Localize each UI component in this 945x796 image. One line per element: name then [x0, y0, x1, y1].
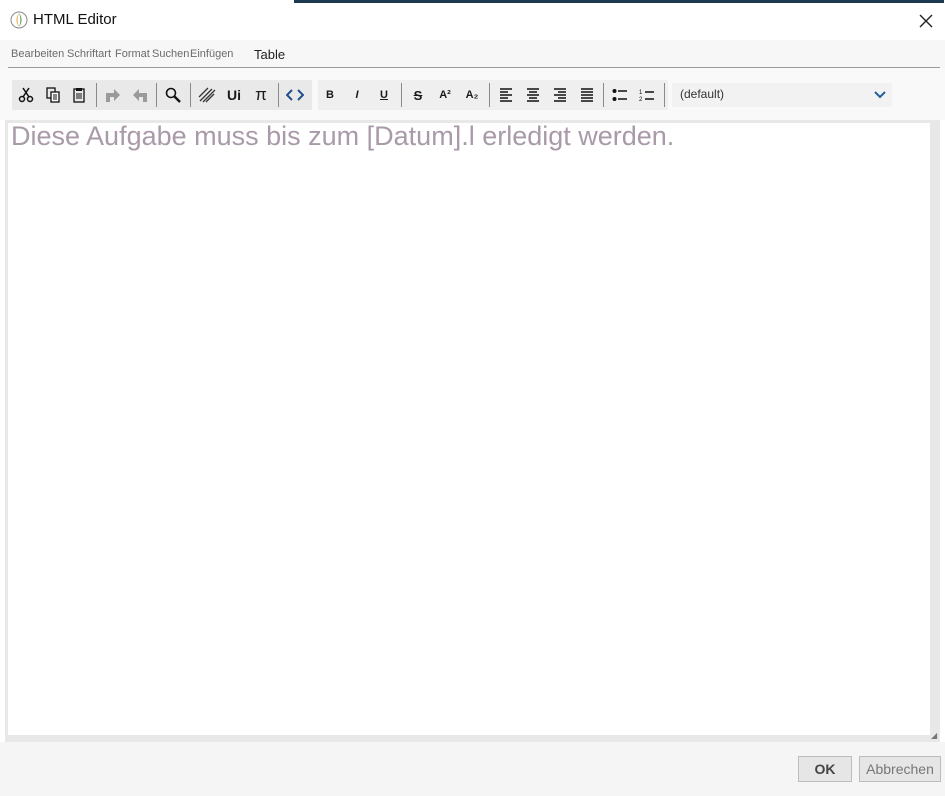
italic-icon: I — [355, 89, 359, 101]
svg-text:1: 1 — [639, 90, 643, 96]
undo-icon — [106, 89, 120, 102]
numbered-list-button[interactable]: 12 — [635, 83, 659, 107]
close-icon — [919, 14, 933, 28]
find-button[interactable] — [161, 83, 185, 107]
underline-button[interactable]: U — [372, 83, 396, 107]
unicode-button[interactable]: Ui — [222, 83, 246, 107]
align-left-icon — [500, 88, 512, 102]
separator — [156, 83, 157, 107]
separator — [278, 83, 279, 107]
superscript-button[interactable]: A² — [433, 83, 457, 107]
separator — [489, 83, 490, 107]
align-left-button[interactable] — [494, 83, 518, 107]
svg-text:2: 2 — [639, 97, 643, 102]
menu-bearbeiten[interactable]: Bearbeiten — [11, 48, 64, 60]
bulleted-list-icon — [612, 89, 627, 101]
cut-icon — [18, 87, 34, 103]
source-code-button[interactable] — [283, 83, 307, 107]
separator — [190, 83, 191, 107]
window-title: HTML Editor — [33, 11, 117, 28]
math-pi-button[interactable]: π — [249, 83, 273, 107]
bulleted-list-button[interactable] — [608, 83, 632, 107]
numbered-list-icon: 12 — [639, 90, 654, 102]
separator — [96, 83, 97, 107]
font-select-value: (default) — [680, 87, 725, 101]
copy-icon — [46, 87, 60, 103]
redo-icon — [133, 89, 147, 102]
cut-button[interactable] — [14, 83, 38, 107]
menu-table[interactable]: Table — [254, 47, 285, 62]
paste-icon — [73, 88, 85, 103]
paste-button[interactable] — [67, 83, 91, 107]
italic-button[interactable]: I — [345, 83, 369, 107]
math-pi-icon: π — [255, 85, 267, 104]
copy-button[interactable] — [41, 83, 65, 107]
separator — [603, 83, 604, 107]
justify-icon — [581, 88, 593, 102]
align-center-button[interactable] — [521, 83, 545, 107]
separator — [401, 83, 402, 107]
underline-icon: U — [380, 89, 388, 101]
bold-icon: B — [326, 89, 334, 101]
subscript-icon: A₂ — [465, 89, 479, 101]
redo-button[interactable] — [128, 83, 152, 107]
unicode-icon: Ui — [227, 87, 241, 103]
align-right-icon — [554, 88, 566, 102]
resize-handle[interactable]: ◢ — [931, 731, 937, 740]
undo-button[interactable] — [101, 83, 125, 107]
close-button[interactable] — [912, 8, 940, 34]
cancel-button[interactable]: Abbrechen — [859, 756, 941, 782]
menu-suchen[interactable]: Suchen — [152, 48, 189, 60]
app-icon — [10, 11, 28, 29]
subscript-button[interactable]: A₂ — [460, 83, 484, 107]
menu-format[interactable]: Format — [115, 48, 150, 60]
superscript-icon: A² — [439, 89, 451, 101]
separator — [664, 83, 665, 107]
editor-content[interactable]: Diese Aufgabe muss bis zum [Datum].l erl… — [11, 121, 674, 152]
align-center-icon — [527, 88, 539, 102]
justify-button[interactable] — [575, 83, 599, 107]
source-code-icon — [286, 89, 304, 101]
find-icon — [165, 87, 181, 103]
strikethrough-icon: S — [413, 87, 423, 103]
chevron-down-icon — [874, 91, 886, 99]
strikethrough-button[interactable]: S — [406, 83, 430, 107]
font-select-dropdown[interactable] — [870, 85, 890, 105]
align-right-button[interactable] — [548, 83, 572, 107]
ok-button[interactable]: OK — [798, 756, 852, 782]
editor-area[interactable] — [8, 123, 930, 735]
link-button[interactable] — [195, 83, 219, 107]
font-select[interactable]: (default) — [672, 83, 892, 107]
bold-button[interactable]: B — [318, 83, 342, 107]
title-bar: HTML Editor — [0, 3, 945, 39]
menu-schriftart[interactable]: Schriftart — [67, 48, 111, 60]
link-icon — [198, 87, 216, 103]
menu-einfuegen[interactable]: Einfügen — [190, 48, 233, 60]
